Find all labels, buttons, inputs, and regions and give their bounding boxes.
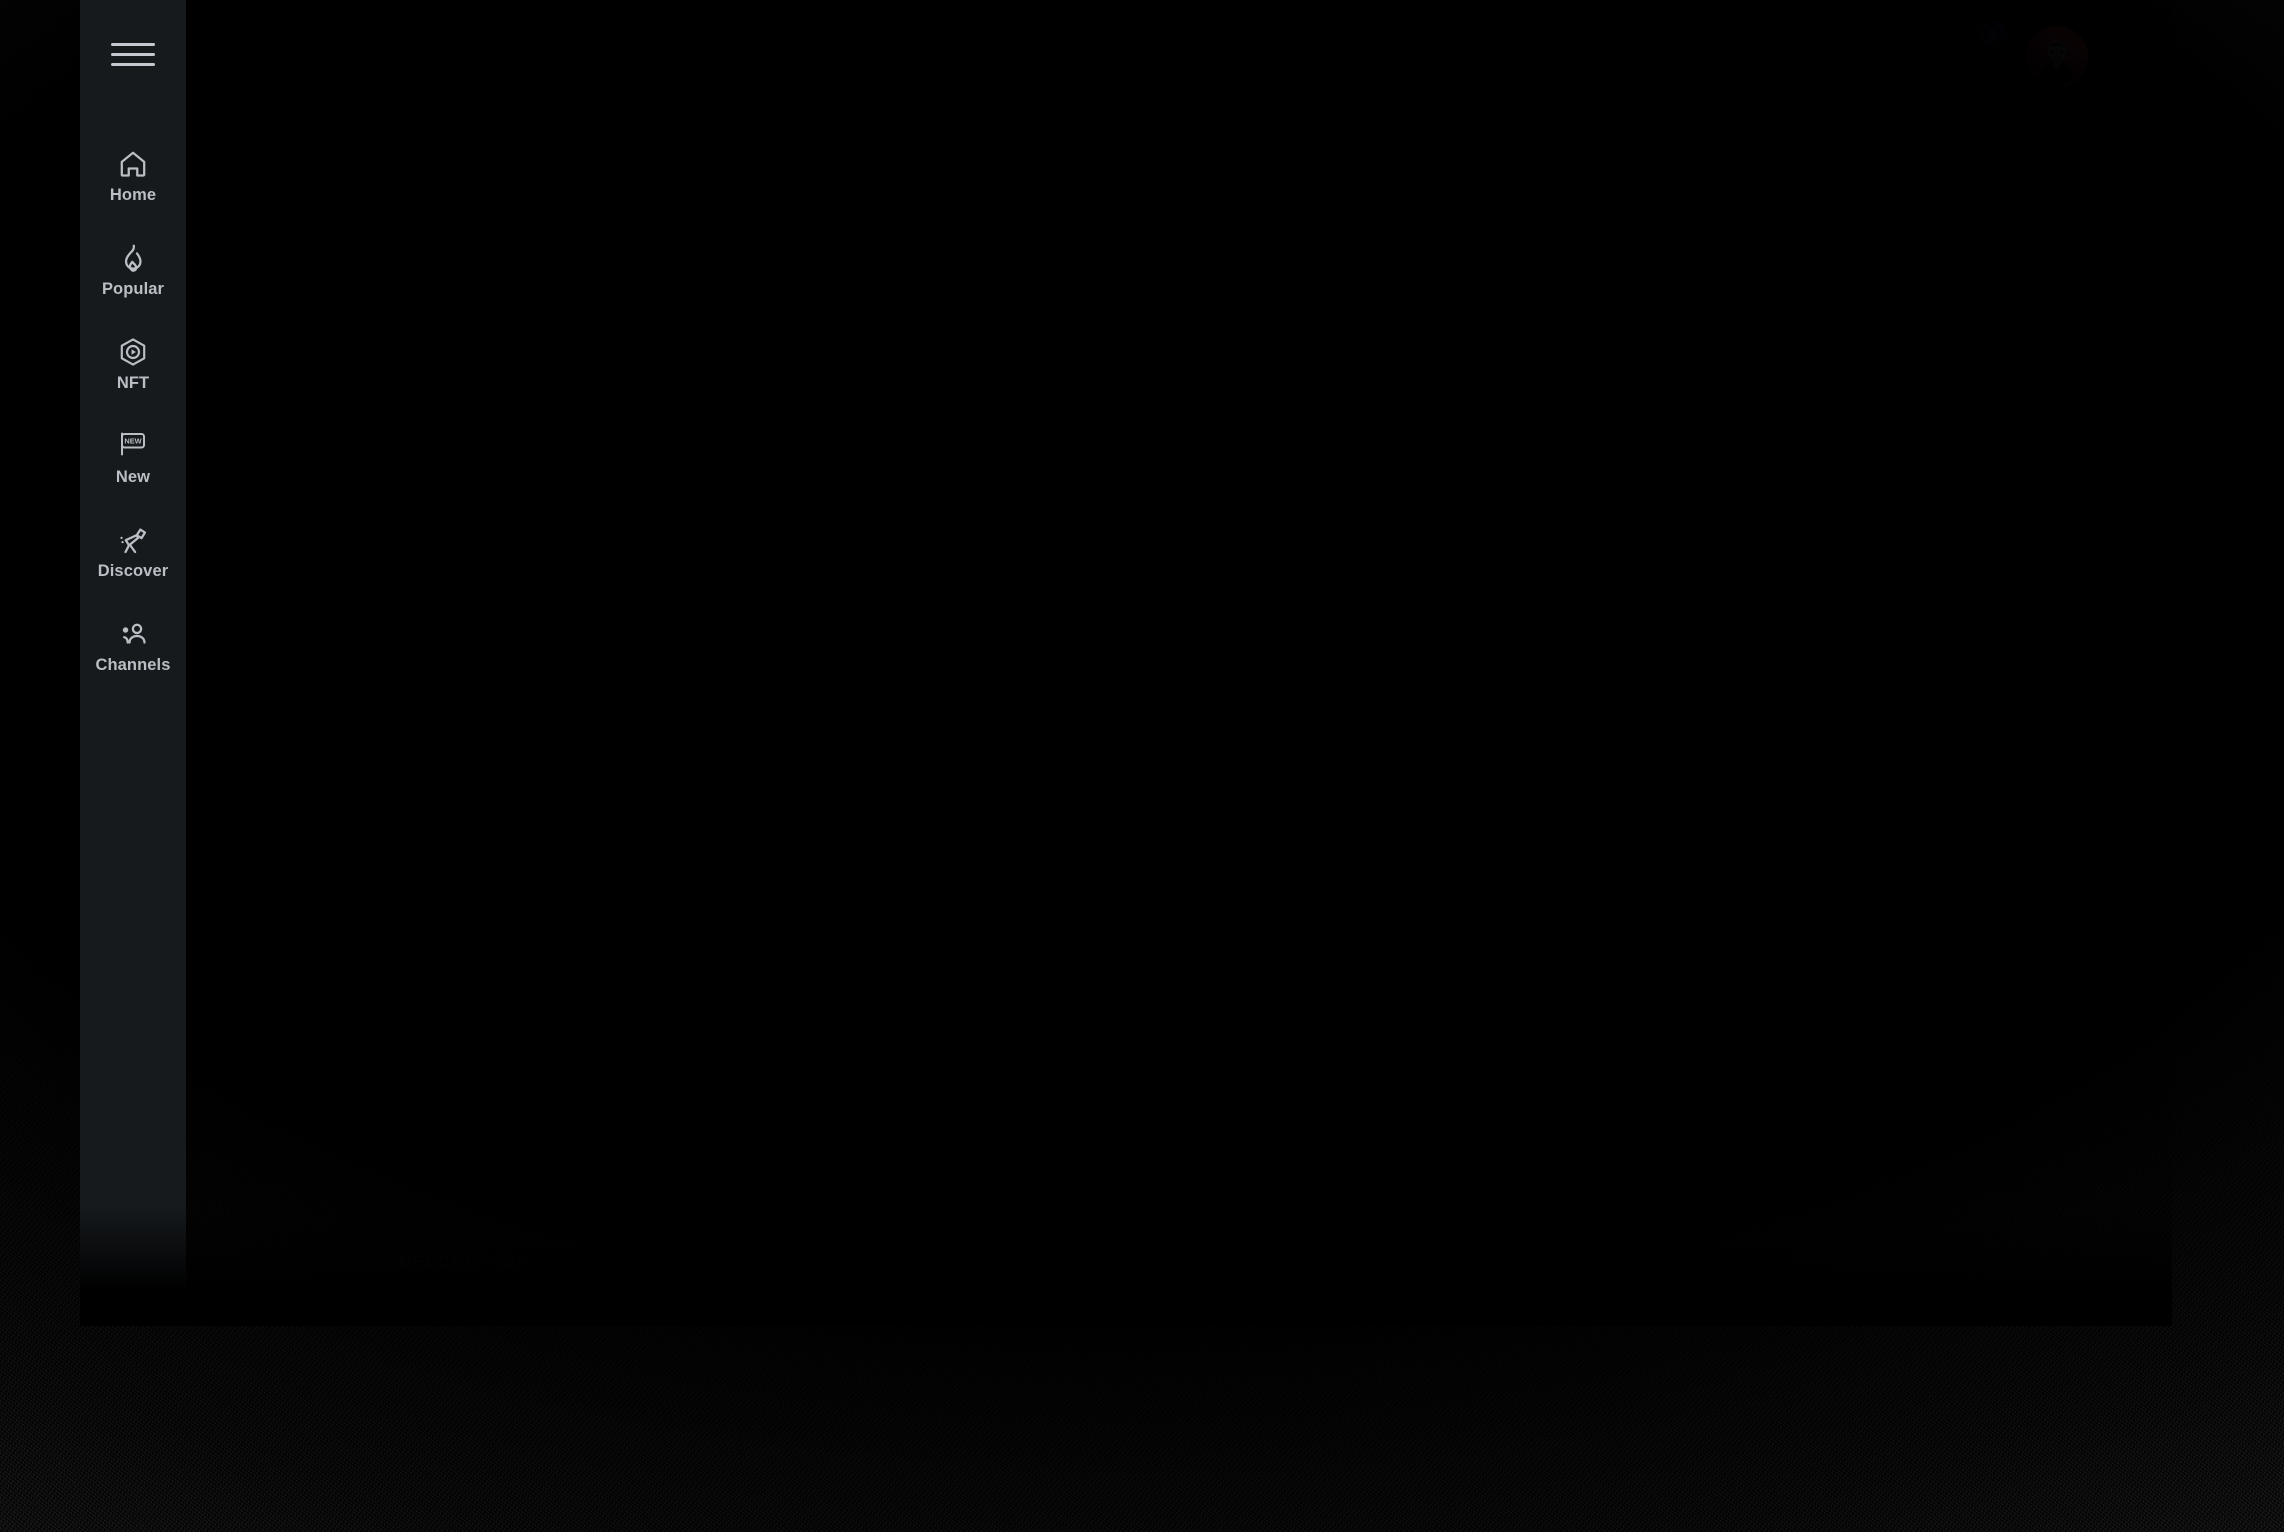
- volume-high-icon: [426, 799, 456, 829]
- hamburger-menu-icon[interactable]: [111, 38, 155, 70]
- picture-in-picture-icon: [1338, 799, 1368, 829]
- svg-text:NEW: NEW: [124, 437, 141, 446]
- captions-button[interactable]: [1242, 788, 1294, 840]
- link-icon: [1461, 1010, 1487, 1036]
- video-page: 1:28 / 3:45: [315, 167, 1587, 1326]
- like-button[interactable]: 8K: [1182, 1010, 1274, 1036]
- sidebar-item-discover[interactable]: Discover: [80, 524, 186, 618]
- hamburger-bar: [111, 63, 155, 66]
- time-display: 1:28 / 3:45: [491, 801, 598, 827]
- new-flag-icon: NEW: [117, 430, 149, 462]
- divider-active-indicator: [910, 1074, 1040, 1076]
- sidebar: Home Popular: [80, 0, 186, 1326]
- channel-avatar[interactable]: [315, 1125, 377, 1187]
- sidebar-item-channels[interactable]: Channels: [80, 618, 186, 712]
- progress-bar[interactable]: [315, 875, 1587, 882]
- channel-followers: 470 followers: [403, 1162, 600, 1184]
- dislike-count: 936: [1340, 1011, 1375, 1035]
- sidebar-item-home[interactable]: Home: [80, 148, 186, 242]
- channel-info: The Joystreamers 470 followers: [403, 1127, 600, 1184]
- telescope-icon: [117, 524, 149, 556]
- avatar[interactable]: [2026, 26, 2088, 88]
- sidebar-item-new[interactable]: NEW New: [80, 430, 186, 524]
- description-block: DESCRIPTION The Joystreamers – "Ghosts i…: [315, 1252, 1587, 1326]
- sidebar-item-label: Discover: [98, 563, 169, 580]
- section-divider: [315, 1074, 1587, 1076]
- sidebar-item-label: Home: [110, 187, 156, 204]
- sidebar-item-nft[interactable]: NFT: [80, 336, 186, 430]
- sidebar-item-label: Popular: [102, 281, 164, 298]
- thumbs-up-icon: [1182, 1010, 1208, 1036]
- copy-link-label: Copy link: [1501, 1011, 1587, 1035]
- captions-icon: [1253, 799, 1283, 829]
- divider-secondary-indicator: [1040, 1074, 1080, 1076]
- picture-in-picture-button[interactable]: [1327, 788, 1379, 840]
- sidebar-item-label: NFT: [117, 375, 149, 392]
- fullscreen-button[interactable]: [1497, 788, 1549, 840]
- search-icon: [1061, 44, 1088, 71]
- main-content: 1:28 / 3:45: [186, 110, 2172, 1326]
- brand-logo[interactable]: atlas: [316, 26, 460, 80]
- search-hint-label: Press: [1634, 46, 1681, 68]
- notifications-button[interactable]: 2: [1936, 24, 2002, 90]
- dislike-button[interactable]: 936: [1274, 1010, 1401, 1036]
- hexagon-play-icon: [117, 336, 149, 368]
- topbar: atlas Press / 2: [186, 0, 2172, 110]
- cast-button[interactable]: [1157, 788, 1209, 840]
- topbar-actions: 2: [1936, 24, 2088, 90]
- video-meta-row: Feb 26, 2022 • 5 843 584 views 8K: [315, 1000, 1587, 1046]
- description-text: The Joystreamers – "Ghosts in My Head" f…: [399, 1298, 1587, 1326]
- search-hint-key: /: [1693, 42, 1719, 72]
- sidebar-item-label: New: [116, 469, 150, 486]
- like-count: 8K: [1222, 1011, 1248, 1035]
- description-label: DESCRIPTION: [399, 1252, 1587, 1272]
- sidebar-item-popular[interactable]: Popular: [80, 242, 186, 336]
- settings-button[interactable]: [1412, 788, 1464, 840]
- brand-name: atlas: [376, 33, 460, 74]
- fullscreen-icon: [1508, 799, 1538, 829]
- avatar-image: [2026, 26, 2088, 88]
- hamburger-bar: [111, 43, 155, 46]
- thumbs-down-icon: [1300, 1010, 1326, 1036]
- follow-button[interactable]: Follow: [1471, 1129, 1587, 1183]
- flame-icon: [117, 242, 149, 274]
- bell-icon: [1956, 43, 1982, 71]
- channel-row: The Joystreamers 470 followers Follow: [315, 1118, 1587, 1194]
- video-meta: Feb 26, 2022 • 5 843 584 views: [315, 1011, 610, 1035]
- atlas-app-window: Home Popular: [80, 0, 2172, 1326]
- pause-button[interactable]: [345, 788, 397, 840]
- gear-icon: [1423, 799, 1454, 830]
- sidebar-nav-list: Home Popular: [80, 148, 186, 712]
- player-right-controls: [1157, 788, 1557, 840]
- cast-icon: [1168, 799, 1198, 829]
- progress-played: [315, 875, 798, 882]
- channel-avatar-image: [315, 1125, 377, 1187]
- sidebar-item-label: Channels: [95, 657, 170, 674]
- copy-link-button[interactable]: Copy link: [1435, 1010, 1587, 1036]
- player-controls: 1:28 / 3:45: [315, 764, 1587, 882]
- page-title: The Joystreamers – Ghosts in My Head (Mu…: [315, 924, 1587, 970]
- notification-badge: 2: [1978, 21, 2007, 50]
- people-icon: [117, 618, 149, 650]
- atlas-arch-logo-icon: [316, 26, 362, 80]
- hamburger-bar: [111, 53, 155, 56]
- pause-icon: [357, 800, 385, 828]
- video-player[interactable]: 1:28 / 3:45: [315, 167, 1587, 882]
- reaction-bar: 8K 936 Copy link: [1182, 1010, 1587, 1036]
- volume-button[interactable]: [415, 788, 467, 840]
- search-bar[interactable]: Press /: [1034, 26, 1742, 88]
- search-input[interactable]: [1104, 45, 1634, 69]
- channel-name[interactable]: The Joystreamers: [403, 1127, 600, 1156]
- home-icon: [117, 148, 149, 180]
